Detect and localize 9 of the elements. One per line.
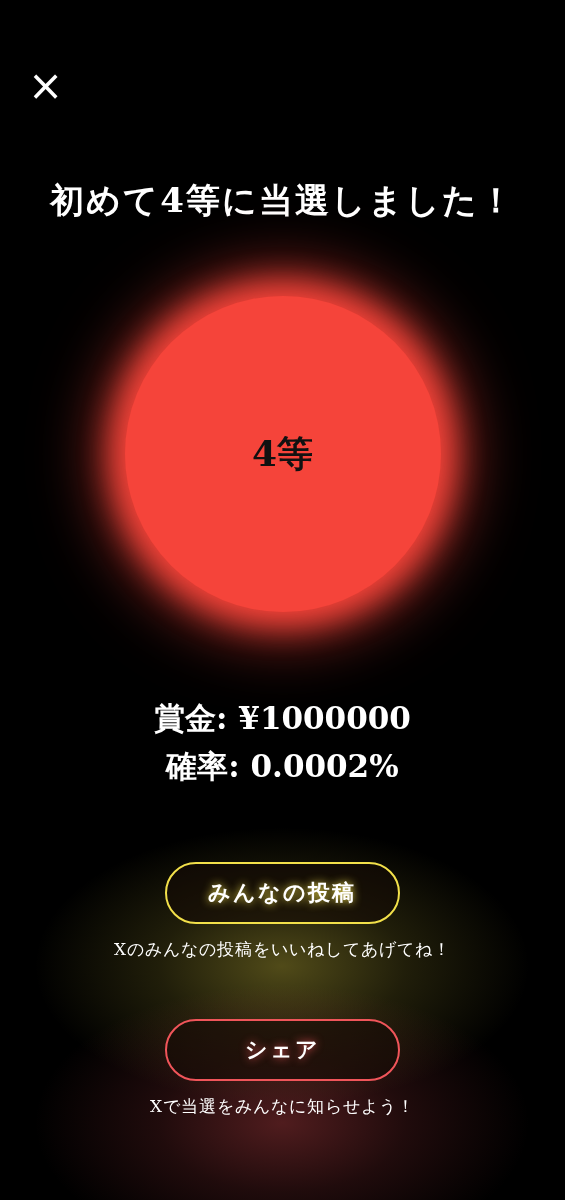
action-caption: Xで当選をみんなに知らせよう！: [149, 1095, 416, 1118]
action-button[interactable]: みんなの投稿: [165, 862, 400, 924]
action-button[interactable]: シェア: [165, 1019, 400, 1081]
detail-text: 確率: 0.0002%: [166, 747, 399, 786]
prize-badge: 4等: [124, 296, 441, 612]
action-caption: Xのみんなの投稿をいいねしてあげてね！: [113, 938, 452, 961]
detail-text: 賞金: ¥1000000: [154, 699, 411, 738]
result-title: 初めて4等に当選しました！: [50, 179, 515, 222]
close-button[interactable]: ×: [28, 64, 60, 108]
